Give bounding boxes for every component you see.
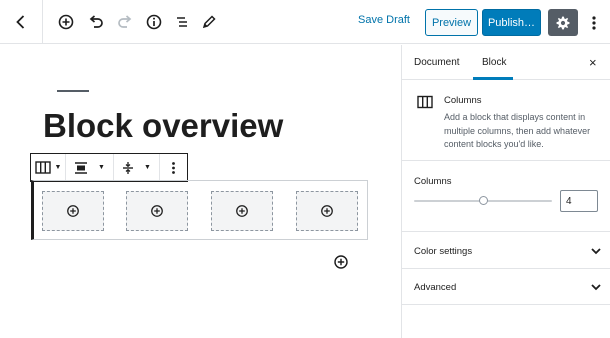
redo-icon	[118, 15, 132, 28]
undo-button[interactable]	[84, 10, 108, 34]
plus-circle-icon	[236, 205, 248, 217]
align-vertical-center-icon	[123, 161, 134, 174]
top-toolbar: Save Draft Preview Publish…	[0, 0, 610, 44]
tab-document[interactable]: Document	[414, 57, 460, 68]
more-vertical-icon	[592, 16, 596, 30]
vertical-alignment-button[interactable]: ▼	[114, 154, 160, 181]
add-block-inline-button[interactable]	[333, 254, 349, 270]
columns-icon	[417, 95, 433, 109]
color-settings-panel[interactable]: Color settings	[402, 233, 610, 269]
list-view-icon	[177, 17, 187, 27]
tab-block[interactable]: Block	[482, 57, 506, 68]
caret-down-icon: ▼	[54, 164, 62, 171]
advanced-panel[interactable]: Advanced	[402, 269, 610, 305]
column-3[interactable]	[211, 191, 273, 231]
info-button[interactable]	[142, 10, 166, 34]
align-wide-icon	[75, 161, 88, 174]
block-navigation-button[interactable]	[170, 10, 194, 34]
plus-circle-icon	[67, 205, 79, 217]
active-tab-indicator	[473, 77, 513, 80]
settings-sidebar: Document Block × Columns Add a block tha…	[401, 45, 610, 338]
block-more-options-button[interactable]	[160, 154, 187, 181]
plus-circle-icon	[334, 255, 348, 269]
undo-icon	[89, 15, 103, 28]
block-card: Columns Add a block that displays conten…	[402, 81, 610, 161]
columns-count-panel: Columns 4	[402, 162, 610, 232]
column-1[interactable]	[42, 191, 104, 231]
block-card-description: Add a block that displays content in mul…	[444, 112, 591, 149]
publish-button[interactable]: Publish…	[482, 9, 541, 36]
block-switcher-button[interactable]: ▼	[31, 154, 66, 181]
color-settings-label: Color settings	[414, 246, 473, 257]
columns-icon	[34, 161, 51, 174]
tools-button[interactable]	[197, 10, 221, 34]
pencil-icon	[202, 15, 216, 29]
block-toolbar: ▼ ▼ ▼	[30, 153, 188, 182]
more-vertical-icon	[172, 161, 175, 174]
column-4[interactable]	[296, 191, 358, 231]
sidebar-tabs: Document Block ×	[402, 45, 610, 80]
settings-button[interactable]	[548, 9, 578, 36]
redo-button[interactable]	[113, 10, 137, 34]
columns-count-label: Columns	[414, 176, 452, 187]
save-draft-button[interactable]: Save Draft	[358, 14, 410, 26]
toolbar-divider	[42, 0, 43, 44]
preview-button[interactable]: Preview	[425, 9, 478, 36]
alignment-button[interactable]: ▼	[66, 154, 114, 181]
columns-block[interactable]	[31, 180, 368, 240]
chevron-left-icon	[16, 15, 25, 29]
plus-circle-icon	[151, 205, 163, 217]
add-block-button[interactable]	[54, 10, 78, 34]
close-icon[interactable]: ×	[589, 55, 597, 70]
plus-circle-icon	[321, 205, 333, 217]
more-options-button[interactable]	[584, 11, 604, 35]
caret-down-icon: ▼	[144, 164, 151, 171]
editor-canvas: Block overview ▼ ▼ ▼	[0, 45, 401, 338]
chevron-down-icon	[591, 248, 601, 255]
advanced-label: Advanced	[414, 282, 457, 293]
column-2[interactable]	[126, 191, 188, 231]
columns-range-thumb[interactable]	[478, 196, 488, 205]
block-card-title: Columns	[444, 95, 482, 106]
plus-circle-icon	[58, 14, 74, 30]
post-title[interactable]: Block overview	[43, 107, 283, 145]
info-icon	[146, 14, 162, 30]
title-separator	[57, 90, 89, 92]
back-button[interactable]	[9, 10, 33, 34]
chevron-down-icon	[591, 284, 601, 291]
gear-icon	[556, 16, 570, 29]
caret-down-icon: ▼	[98, 164, 105, 171]
columns-number-input[interactable]: 4	[560, 190, 598, 212]
